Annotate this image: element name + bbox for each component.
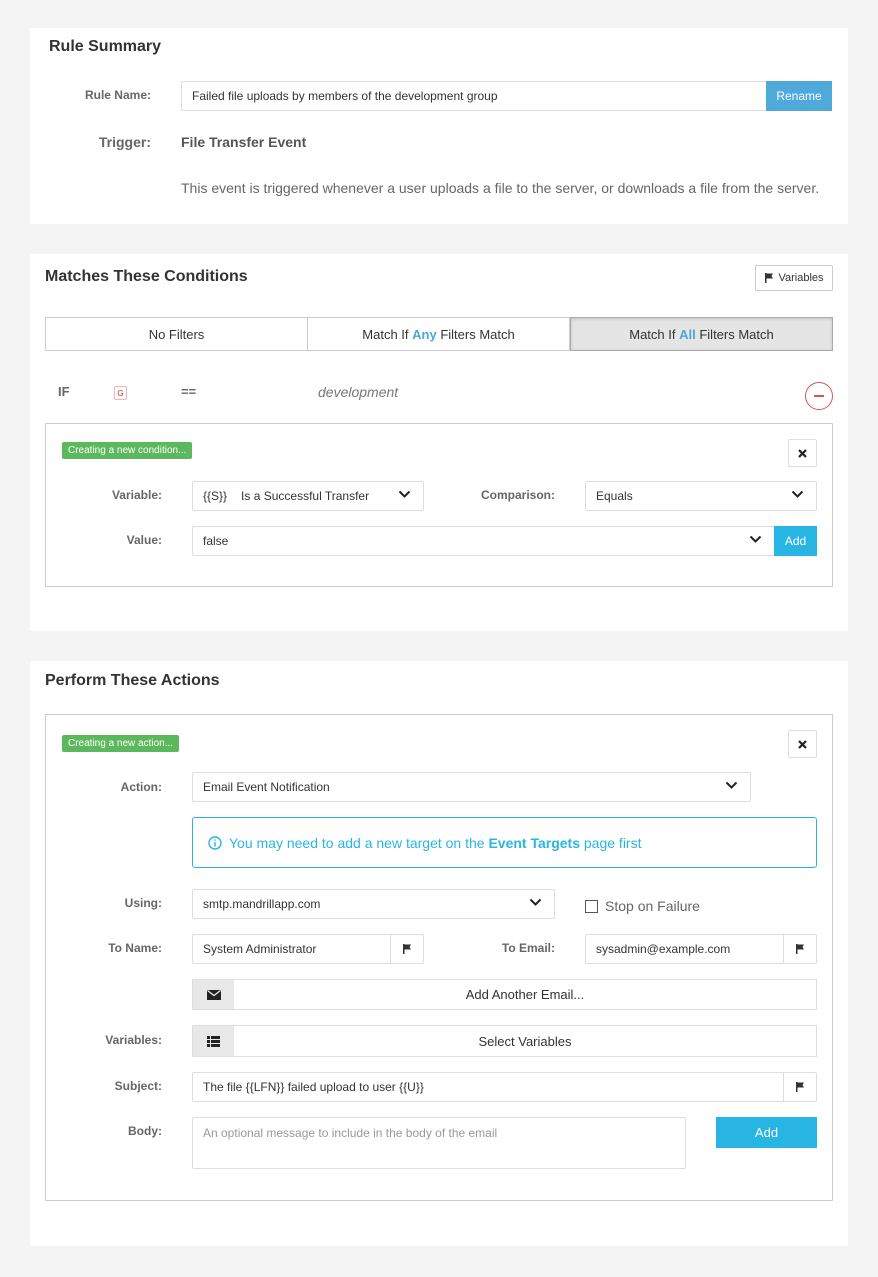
select-variables-button[interactable]: Select Variables bbox=[192, 1025, 817, 1057]
body-textarea[interactable]: An optional message to include in the bo… bbox=[192, 1117, 686, 1169]
chevron-down-icon bbox=[791, 490, 804, 498]
rule-name-label: Rule Name: bbox=[84, 88, 151, 102]
rule-name-input[interactable]: Failed file uploads by members of the de… bbox=[181, 81, 767, 111]
variable-code: {{S}} bbox=[203, 489, 228, 503]
new-action-badge: Creating a new action... bbox=[62, 735, 180, 752]
filter-all-suffix: Filters Match bbox=[695, 326, 774, 342]
close-icon bbox=[798, 739, 807, 749]
info-prefix: You may need to add a new target on the bbox=[229, 834, 489, 851]
action-select[interactable]: Email Event Notification bbox=[192, 772, 751, 802]
rule-name-value: Failed file uploads by members of the de… bbox=[192, 89, 498, 103]
add-condition-button[interactable]: Add bbox=[774, 526, 817, 556]
to-name-value: System Administrator bbox=[203, 942, 317, 956]
close-condition-button[interactable] bbox=[788, 439, 817, 467]
variables-label: Variables: bbox=[105, 1033, 162, 1047]
subject-input[interactable]: The file {{LFN}} failed upload to user {… bbox=[192, 1072, 817, 1102]
rename-button[interactable]: Rename bbox=[766, 81, 832, 111]
to-name-input[interactable]: System Administrator bbox=[192, 934, 424, 964]
conditions-title: Matches These Conditions bbox=[45, 268, 248, 285]
subject-label: Subject: bbox=[114, 1079, 162, 1093]
flag-icon bbox=[765, 273, 774, 283]
variable-label: Variable: bbox=[111, 488, 162, 502]
filter-any-word: Any bbox=[412, 326, 437, 342]
using-label: Using: bbox=[124, 896, 162, 910]
trigger-label: Trigger: bbox=[98, 134, 151, 150]
rule-summary-title: Rule Summary bbox=[49, 38, 162, 55]
filter-any-suffix: Filters Match bbox=[436, 326, 515, 342]
comparison-select[interactable]: Equals bbox=[585, 481, 817, 511]
stop-on-failure-checkbox[interactable] bbox=[585, 900, 598, 913]
body-label: Body: bbox=[128, 1124, 162, 1138]
flag-icon bbox=[796, 1082, 804, 1092]
info-suffix: page first bbox=[580, 834, 642, 851]
comparison-value: Equals bbox=[596, 489, 633, 503]
value-select[interactable]: false bbox=[192, 526, 775, 556]
using-value: smtp.mandrillapp.com bbox=[203, 897, 321, 911]
add-action-button[interactable]: Add bbox=[716, 1117, 817, 1148]
subject-variable-button[interactable] bbox=[783, 1073, 816, 1101]
value-label: Value: bbox=[126, 533, 162, 547]
filter-no-filters-label: No Filters bbox=[148, 326, 205, 342]
variable-name: Is a Successful Transfer bbox=[241, 489, 370, 503]
filter-any-prefix: Match If bbox=[362, 326, 413, 342]
envelope-icon bbox=[193, 980, 234, 1009]
variable-select[interactable]: {{S}} Is a Successful Transfer bbox=[192, 481, 424, 511]
variables-button[interactable]: Variables bbox=[755, 265, 833, 291]
new-condition-badge: Creating a new condition... bbox=[62, 442, 193, 459]
select-variables-label: Select Variables bbox=[478, 1033, 572, 1049]
value-value: false bbox=[203, 534, 229, 548]
conditions-panel: Matches These Conditions Variables No Fi… bbox=[30, 254, 848, 631]
comparison-label: Comparison: bbox=[480, 488, 555, 502]
using-select[interactable]: smtp.mandrillapp.com bbox=[192, 889, 555, 919]
condition-operator: == bbox=[181, 384, 197, 399]
to-email-label: To Email: bbox=[501, 941, 555, 955]
chevron-down-icon bbox=[398, 490, 411, 498]
event-targets-link[interactable]: Event Targets bbox=[488, 835, 580, 851]
body-placeholder: An optional message to include in the bo… bbox=[203, 1126, 498, 1140]
actions-title: Perform These Actions bbox=[45, 672, 220, 689]
condition-variable-badge: G bbox=[114, 386, 127, 400]
flag-icon bbox=[796, 944, 804, 954]
new-condition-box: Creating a new condition... Variable: {{… bbox=[45, 423, 833, 587]
subject-value: The file {{LFN}} failed upload to user {… bbox=[203, 1080, 424, 1094]
close-action-button[interactable] bbox=[788, 730, 817, 758]
list-icon bbox=[193, 1026, 234, 1056]
to-email-input[interactable]: sysadmin@example.com bbox=[585, 934, 817, 964]
add-another-email-label: Add Another Email... bbox=[465, 987, 585, 1002]
add-another-email-button[interactable]: Add Another Email... bbox=[192, 979, 817, 1010]
trigger-value: File Transfer Event bbox=[181, 134, 307, 150]
filter-no-filters[interactable]: No Filters bbox=[45, 317, 308, 351]
to-name-label: To Name: bbox=[108, 941, 162, 955]
condition-if-label: IF bbox=[58, 384, 70, 399]
new-action-box: Creating a new action... Action: Email E… bbox=[45, 714, 833, 1201]
event-targets-info: You may need to add a new target on the … bbox=[192, 817, 817, 868]
to-email-variable-button[interactable] bbox=[783, 935, 816, 963]
filter-match-all[interactable]: Match If All Filters Match bbox=[570, 317, 833, 351]
stop-on-failure-label: Stop on Failure bbox=[605, 898, 700, 914]
chevron-down-icon bbox=[749, 535, 762, 543]
remove-condition-button[interactable] bbox=[805, 382, 833, 410]
variables-button-label: Variables bbox=[778, 272, 824, 284]
action-value: Email Event Notification bbox=[203, 780, 330, 794]
to-name-variable-button[interactable] bbox=[390, 935, 423, 963]
trigger-description: This event is triggered whenever a user … bbox=[181, 180, 820, 196]
minus-icon bbox=[814, 395, 824, 397]
flag-icon bbox=[403, 944, 411, 954]
close-icon bbox=[798, 448, 807, 458]
condition-value: development bbox=[318, 384, 399, 400]
actions-panel: Perform These Actions Creating a new act… bbox=[30, 661, 848, 1246]
filter-all-word: All bbox=[679, 326, 696, 342]
rule-summary-panel: Rule Summary Rule Name: Failed file uplo… bbox=[30, 28, 848, 224]
info-icon bbox=[208, 835, 222, 850]
filter-all-prefix: Match If bbox=[629, 326, 680, 342]
to-email-value: sysadmin@example.com bbox=[596, 942, 731, 956]
filter-match-any[interactable]: Match If Any Filters Match bbox=[307, 317, 570, 351]
chevron-down-icon bbox=[725, 781, 738, 789]
action-label: Action: bbox=[120, 780, 162, 794]
chevron-down-icon bbox=[529, 898, 542, 906]
